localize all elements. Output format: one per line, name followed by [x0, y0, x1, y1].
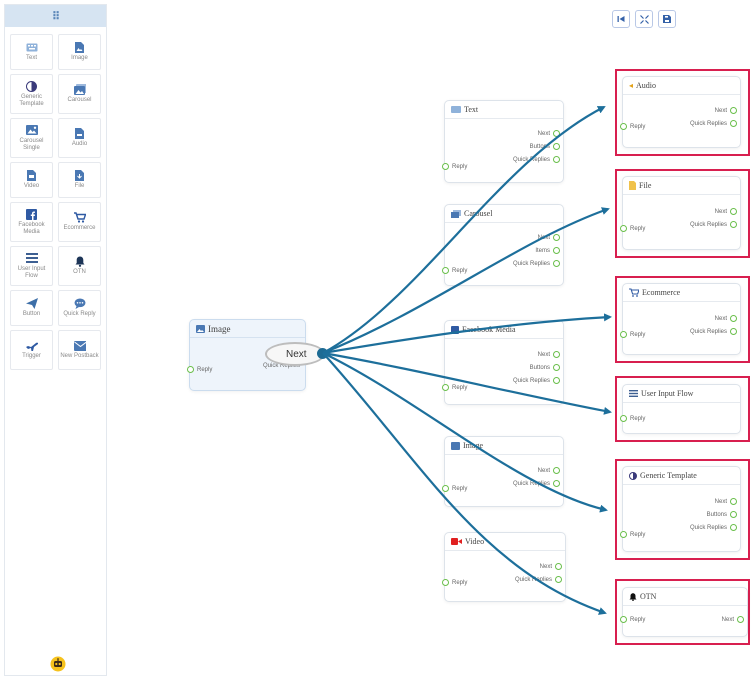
edge-to-audio[interactable]	[322, 106, 606, 354]
edge-to-otn[interactable]	[322, 352, 607, 615]
edge-to-generic-template[interactable]	[322, 352, 608, 513]
connection-edges	[322, 106, 612, 615]
